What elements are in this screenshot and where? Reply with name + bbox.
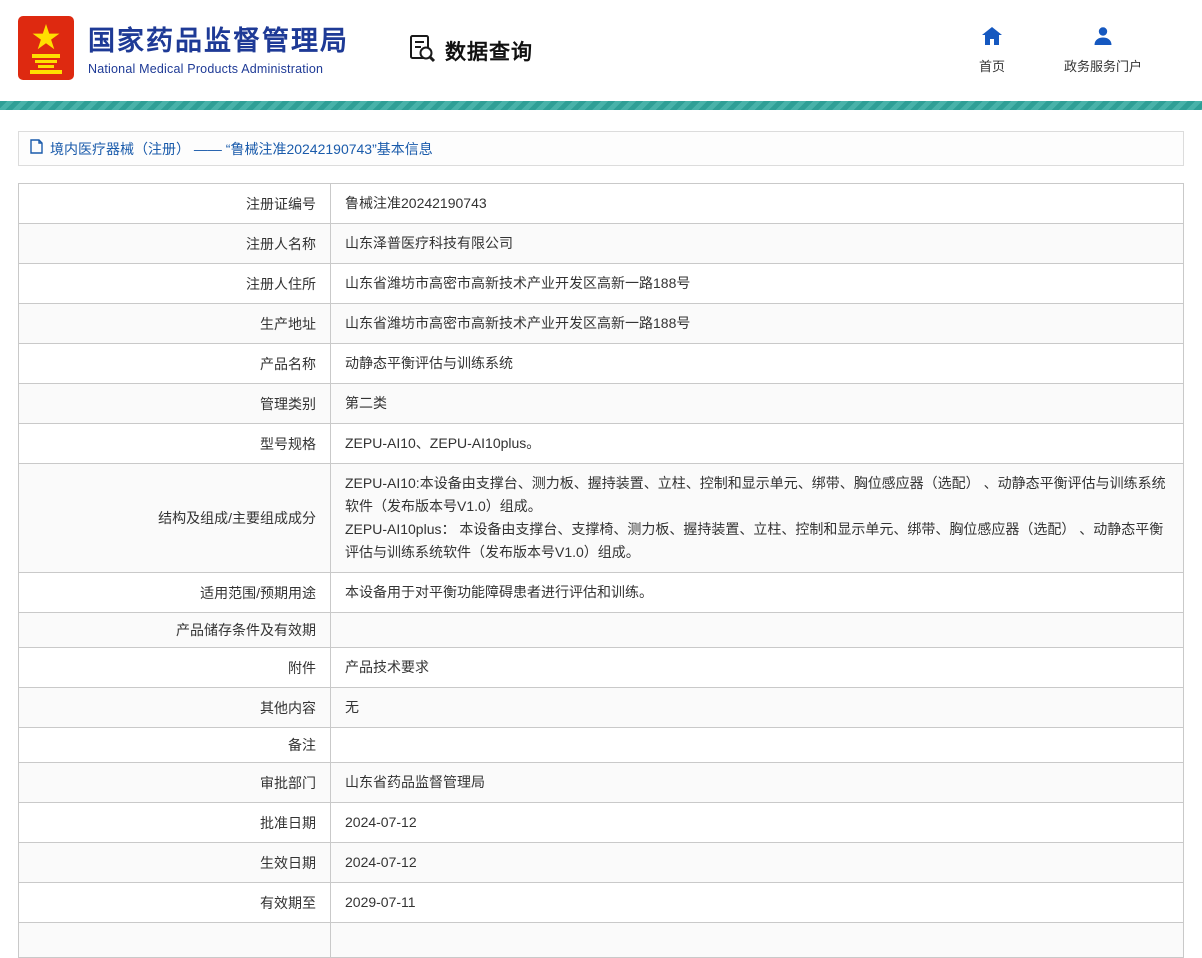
- breadcrumb: 境内医疗器械（注册） —— “鲁械注准20242190743”基本信息: [18, 131, 1184, 166]
- table-row: 有效期至 2029-07-11: [19, 883, 1184, 923]
- data-query-label: 数据查询: [445, 36, 533, 66]
- info-table-body: 注册证编号 鲁械注准20242190743 注册人名称 山东泽普医疗科技有限公司…: [19, 184, 1184, 958]
- row-value: 产品技术要求: [331, 648, 1184, 688]
- row-label: 生效日期: [19, 843, 331, 883]
- nmpa-logo[interactable]: 国家药品监督管理局 National Medical Products Admi…: [18, 16, 349, 85]
- table-row: 审批部门 山东省药品监督管理局: [19, 763, 1184, 803]
- table-row: 管理类别 第二类: [19, 384, 1184, 424]
- table-row: 型号规格 ZEPU-AI10、ZEPU-AI10plus。: [19, 424, 1184, 464]
- nav-item-home-label: 首页: [979, 56, 1005, 75]
- row-value: 山东省潍坊市高密市高新技术产业开发区高新一路188号: [331, 304, 1184, 344]
- main-content: 境内医疗器械（注册） —— “鲁械注准20242190743”基本信息 注册证编…: [0, 131, 1202, 958]
- row-label: 备注: [19, 728, 331, 763]
- nav-item-portal-label: 政务服务门户: [1064, 56, 1142, 75]
- row-value: 无: [331, 688, 1184, 728]
- row-label: [19, 923, 331, 958]
- row-value: ZEPU-AI10、ZEPU-AI10plus。: [331, 424, 1184, 464]
- row-label: 其他内容: [19, 688, 331, 728]
- row-label: 管理类别: [19, 384, 331, 424]
- org-name-cn: 国家药品监督管理局: [88, 25, 349, 57]
- row-value: 2024-07-12: [331, 843, 1184, 883]
- registration-info-table: 注册证编号 鲁械注准20242190743 注册人名称 山东泽普医疗科技有限公司…: [18, 183, 1184, 958]
- home-icon: [981, 26, 1003, 49]
- table-row: 生效日期 2024-07-12: [19, 843, 1184, 883]
- row-label: 生产地址: [19, 304, 331, 344]
- row-value: 2024-07-12: [331, 803, 1184, 843]
- table-row: 注册人住所 山东省潍坊市高密市高新技术产业开发区高新一路188号: [19, 264, 1184, 304]
- row-value: 山东省药品监督管理局: [331, 763, 1184, 803]
- row-label: 产品名称: [19, 344, 331, 384]
- table-row: 注册证编号 鲁械注准20242190743: [19, 184, 1184, 224]
- row-label: 结构及组成/主要组成成分: [19, 464, 331, 573]
- row-label: 适用范围/预期用途: [19, 573, 331, 613]
- row-label: 批准日期: [19, 803, 331, 843]
- table-row: 产品储存条件及有效期: [19, 613, 1184, 648]
- nav-item-portal[interactable]: 政务服务门户: [1064, 26, 1142, 75]
- table-row: 适用范围/预期用途 本设备用于对平衡功能障碍患者进行评估和训练。: [19, 573, 1184, 613]
- table-row: 注册人名称 山东泽普医疗科技有限公司: [19, 224, 1184, 264]
- org-name-en: National Medical Products Administration: [88, 62, 349, 76]
- row-value: 山东省潍坊市高密市高新技术产业开发区高新一路188号: [331, 264, 1184, 304]
- row-label: 产品储存条件及有效期: [19, 613, 331, 648]
- table-row: 批准日期 2024-07-12: [19, 803, 1184, 843]
- teal-stripe-divider: [0, 101, 1202, 110]
- nav-item-home[interactable]: 首页: [972, 26, 1012, 75]
- row-value: [331, 613, 1184, 648]
- row-value: 鲁械注准20242190743: [331, 184, 1184, 224]
- page-header: 国家药品监督管理局 National Medical Products Admi…: [0, 0, 1202, 101]
- row-label: 型号规格: [19, 424, 331, 464]
- row-value: 第二类: [331, 384, 1184, 424]
- row-label: 审批部门: [19, 763, 331, 803]
- row-value: [331, 728, 1184, 763]
- national-emblem-icon: [18, 16, 74, 85]
- row-value: [331, 923, 1184, 958]
- table-row: 结构及组成/主要组成成分 ZEPU-AI10:本设备由支撑台、测力板、握持装置、…: [19, 464, 1184, 573]
- row-label: 注册人名称: [19, 224, 331, 264]
- table-row: 附件 产品技术要求: [19, 648, 1184, 688]
- row-label: 有效期至: [19, 883, 331, 923]
- data-query-tab[interactable]: 数据查询: [407, 33, 533, 68]
- row-value: ZEPU-AI10:本设备由支撑台、测力板、握持装置、立柱、控制和显示单元、绑带…: [331, 464, 1184, 573]
- table-row: 生产地址 山东省潍坊市高密市高新技术产业开发区高新一路188号: [19, 304, 1184, 344]
- row-value: 动静态平衡评估与训练系统: [331, 344, 1184, 384]
- header-nav: 首页 政务服务门户: [972, 26, 1168, 75]
- row-label: 注册人住所: [19, 264, 331, 304]
- row-label: 注册证编号: [19, 184, 331, 224]
- row-label: 附件: [19, 648, 331, 688]
- user-icon: [1093, 26, 1113, 49]
- row-value: 山东泽普医疗科技有限公司: [331, 224, 1184, 264]
- document-search-icon: [407, 33, 437, 68]
- table-row: 产品名称 动静态平衡评估与训练系统: [19, 344, 1184, 384]
- table-row: [19, 923, 1184, 958]
- breadcrumb-text: 境内医疗器械（注册） —— “鲁械注准20242190743”基本信息: [50, 140, 433, 158]
- table-row: 其他内容 无: [19, 688, 1184, 728]
- row-value: 2029-07-11: [331, 883, 1184, 923]
- table-row: 备注: [19, 728, 1184, 763]
- document-icon: [30, 139, 43, 158]
- row-value: 本设备用于对平衡功能障碍患者进行评估和训练。: [331, 573, 1184, 613]
